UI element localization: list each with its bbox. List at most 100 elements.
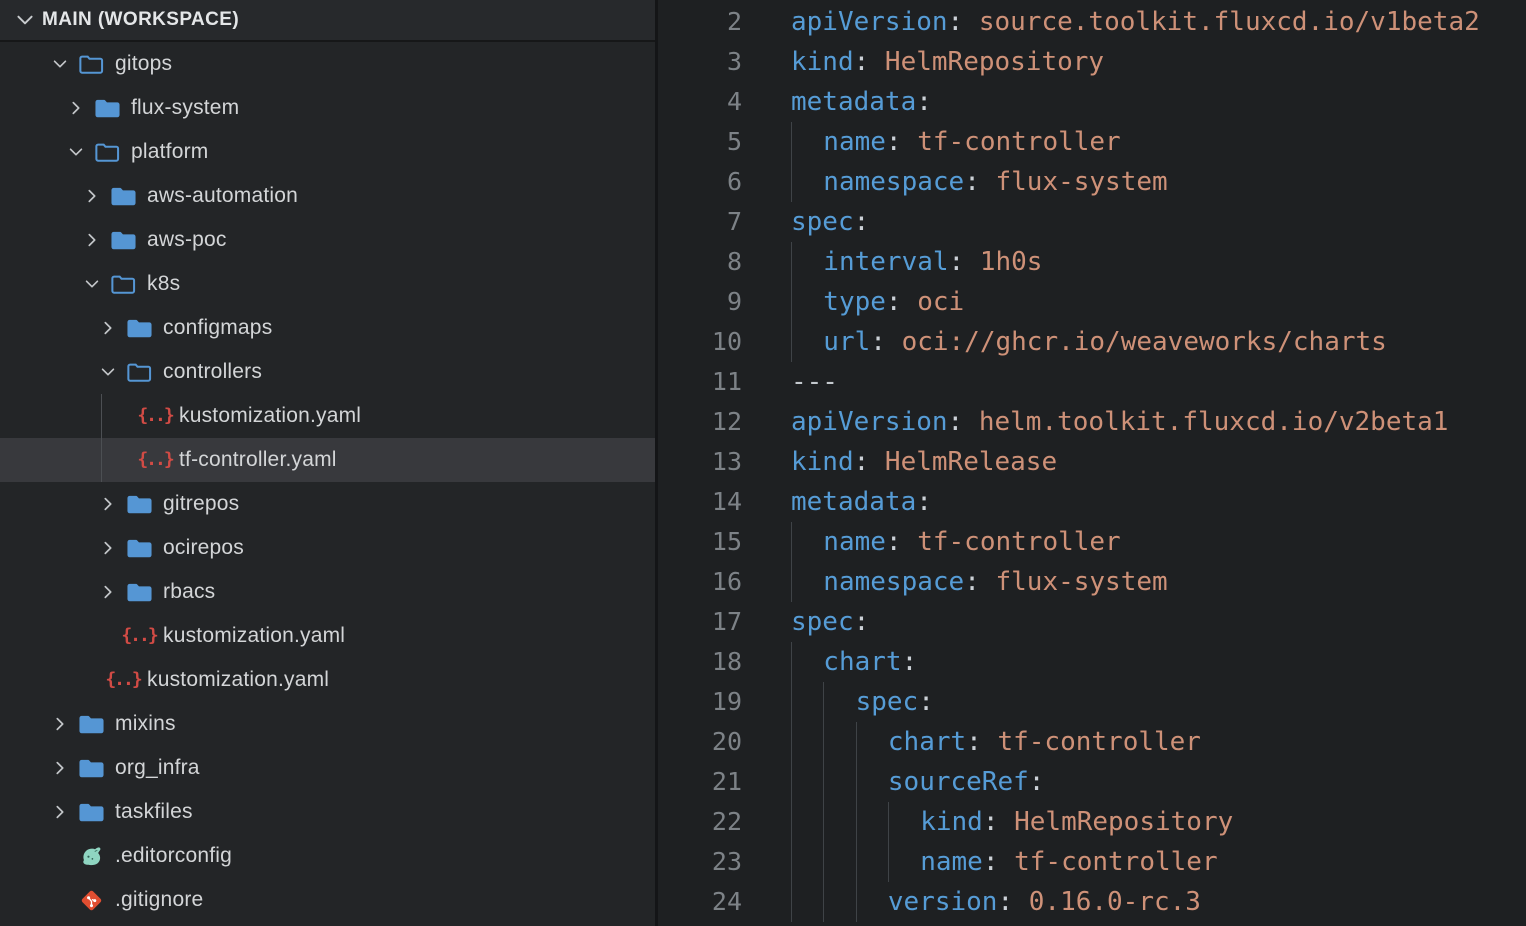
code-line[interactable]: 24version:0.16.0-rc.3: [658, 882, 1526, 922]
folder-icon: [76, 709, 106, 739]
line-number[interactable]: 19: [658, 682, 742, 722]
code-line[interactable]: 14metadata:: [658, 482, 1526, 522]
code-text: kind:HelmRelease: [791, 442, 1057, 482]
line-number[interactable]: 14: [658, 482, 742, 522]
line-number[interactable]: 7: [658, 202, 742, 242]
tree-item-folder[interactable]: controllers: [0, 350, 655, 394]
tree-item-folder[interactable]: gitops: [0, 42, 655, 86]
chevron-down-icon[interactable]: [60, 130, 92, 174]
tree-item-folder[interactable]: k8s: [0, 262, 655, 306]
chevron-right-icon[interactable]: [92, 526, 124, 570]
tree-item-file[interactable]: .gitignore: [0, 878, 655, 922]
yaml-colon: :: [983, 802, 999, 842]
tree-item-folder[interactable]: aws-poc: [0, 218, 655, 262]
code-line[interactable]: 19spec:: [658, 682, 1526, 722]
chevron-right-icon[interactable]: [92, 306, 124, 350]
tree-item-folder[interactable]: taskfiles: [0, 790, 655, 834]
chevron-right-icon[interactable]: [44, 746, 76, 790]
code-line[interactable]: 3kind:HelmRepository: [658, 42, 1526, 82]
line-number[interactable]: 11: [658, 362, 742, 402]
line-number[interactable]: 6: [658, 162, 742, 202]
code-text: apiVersion:source.toolkit.fluxcd.io/v1be…: [791, 2, 1480, 42]
tree-item-file[interactable]: {..}kustomization.yaml: [0, 658, 655, 702]
code-line[interactable]: 22kind:HelmRepository: [658, 802, 1526, 842]
code-line[interactable]: 2 apiVersion:source.toolkit.fluxcd.io/v1b…: [658, 2, 1526, 42]
tree-item-folder[interactable]: configmaps: [0, 306, 655, 350]
chevron-down-icon[interactable]: [10, 9, 40, 31]
line-number[interactable]: 24: [658, 882, 742, 922]
line-number[interactable]: 20: [658, 722, 742, 762]
folder-icon: [76, 797, 106, 827]
tree-item-folder[interactable]: flux-system: [0, 86, 655, 130]
code-line[interactable]: 23name:tf-controller: [658, 842, 1526, 882]
code-line[interactable]: 18chart:: [658, 642, 1526, 682]
chevron-right-icon[interactable]: [92, 570, 124, 614]
chevron-right-icon[interactable]: [76, 218, 108, 262]
tree-item-label: .editorconfig: [115, 844, 232, 868]
line-number[interactable]: 18: [658, 642, 742, 682]
tree-item-file[interactable]: .editorconfig: [0, 834, 655, 878]
editorconfig-icon: [76, 841, 106, 871]
chevron-down-icon[interactable]: [76, 262, 108, 306]
code-line[interactable]: 20chart:tf-controller: [658, 722, 1526, 762]
tree-item-file[interactable]: {..}tf-controller.yaml: [0, 438, 655, 482]
code-line[interactable]: 11---: [658, 362, 1526, 402]
yaml-key: spec: [856, 682, 919, 722]
code-line[interactable]: 13 kind:HelmRelease: [658, 442, 1526, 482]
tree-item-folder[interactable]: ocirepos: [0, 526, 655, 570]
tree-item-folder[interactable]: mixins: [0, 702, 655, 746]
line-number[interactable]: 23: [658, 842, 742, 882]
code-line[interactable]: 15name:tf-controller: [658, 522, 1526, 562]
explorer-section-header[interactable]: MAIN (WORKSPACE): [0, 0, 655, 42]
indent-guide: [856, 802, 888, 842]
line-number[interactable]: 16: [658, 562, 742, 602]
yaml-colon: :: [854, 42, 870, 82]
line-number[interactable]: 2: [658, 2, 742, 42]
code-line[interactable]: 21sourceRef:: [658, 762, 1526, 802]
line-number[interactable]: 21: [658, 762, 742, 802]
chevron-down-icon[interactable]: [92, 350, 124, 394]
folder-icon: [124, 533, 154, 563]
chevron-right-icon[interactable]: [44, 702, 76, 746]
tree-item-folder[interactable]: rbacs: [0, 570, 655, 614]
chevron-down-icon[interactable]: [44, 42, 76, 86]
code-line[interactable]: 4metadata:: [658, 82, 1526, 122]
yaml-colon: :: [964, 162, 980, 202]
code-text: namespace:flux-system: [791, 162, 1168, 202]
code-line[interactable]: 5name:tf-controller: [658, 122, 1526, 162]
tree-item-file[interactable]: {..}kustomization.yaml: [0, 614, 655, 658]
chevron-right-icon[interactable]: [44, 790, 76, 834]
line-number[interactable]: 12: [658, 402, 742, 442]
code-line[interactable]: 17spec:: [658, 602, 1526, 642]
line-number[interactable]: 5: [658, 122, 742, 162]
chevron-right-icon[interactable]: [92, 482, 124, 526]
line-number[interactable]: 8: [658, 242, 742, 282]
code-line[interactable]: 7 spec:: [658, 202, 1526, 242]
line-number[interactable]: 9: [658, 282, 742, 322]
code-text: spec:: [791, 202, 885, 242]
code-line[interactable]: 8interval:1h0s: [658, 242, 1526, 282]
folder-icon: [92, 93, 122, 123]
tree-item-folder[interactable]: org_infra: [0, 746, 655, 790]
code-line[interactable]: 9type:oci: [658, 282, 1526, 322]
explorer-sidebar: MAIN (WORKSPACE) gitopsflux-systemplatfo…: [0, 0, 655, 926]
yaml-value: tf-controller: [1014, 842, 1218, 882]
chevron-right-icon[interactable]: [60, 86, 92, 130]
tree-item-folder[interactable]: aws-automation: [0, 174, 655, 218]
line-number[interactable]: 13: [658, 442, 742, 482]
code-line[interactable]: 12apiVersion:helm.toolkit.fluxcd.io/v2be…: [658, 402, 1526, 442]
code-line[interactable]: 6 namespace:flux-system: [658, 162, 1526, 202]
yaml-key: apiVersion: [791, 2, 948, 42]
tree-item-folder[interactable]: platform: [0, 130, 655, 174]
chevron-right-icon[interactable]: [76, 174, 108, 218]
line-number[interactable]: 3: [658, 42, 742, 82]
code-line[interactable]: 10url:oci://ghcr.io/weaveworks/charts: [658, 322, 1526, 362]
code-line[interactable]: 16namespace:flux-system: [658, 562, 1526, 602]
line-number[interactable]: 17: [658, 602, 742, 642]
line-number[interactable]: 22: [658, 802, 742, 842]
line-number[interactable]: 10: [658, 322, 742, 362]
tree-item-file[interactable]: {..}kustomization.yaml: [0, 394, 655, 438]
tree-item-folder[interactable]: gitrepos: [0, 482, 655, 526]
line-number[interactable]: 15: [658, 522, 742, 562]
line-number[interactable]: 4: [658, 82, 742, 122]
